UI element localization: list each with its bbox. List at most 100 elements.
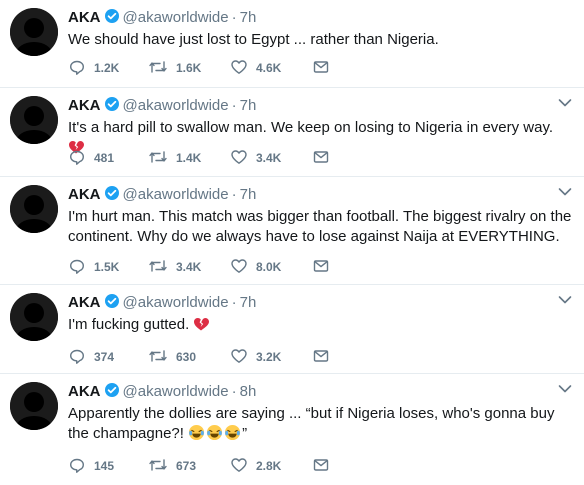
tweet-text: Apparently the dollies are saying ... “b… bbox=[68, 404, 572, 444]
author-handle[interactable]: @akaworldwide bbox=[123, 294, 229, 311]
author-handle[interactable]: @akaworldwide bbox=[123, 186, 229, 203]
tweet-time[interactable]: 7h bbox=[240, 186, 257, 203]
envelope-icon bbox=[313, 151, 329, 163]
closing-quote: ” bbox=[242, 425, 248, 442]
face-with-tears-of-joy-icon bbox=[189, 424, 205, 441]
reply-button[interactable]: 1.2K bbox=[68, 58, 119, 76]
envelope-icon bbox=[313, 459, 329, 471]
verified-badge-icon bbox=[104, 294, 119, 308]
tweet-header: AKA @akaworldwide · 7h bbox=[68, 293, 544, 313]
separator-dot: · bbox=[231, 97, 237, 114]
like-count: 3.2K bbox=[256, 350, 282, 364]
retweet-button[interactable]: 1.6K bbox=[148, 58, 201, 76]
tweet-text: We should have just lost to Egypt ... ra… bbox=[68, 30, 572, 50]
like-button[interactable]: 2.8K bbox=[230, 456, 281, 474]
tweet-text-content: We should have just lost to Egypt ... ra… bbox=[68, 31, 439, 48]
reply-button[interactable]: 374 bbox=[68, 347, 114, 365]
tweet-header: AKA @akaworldwide · 7h bbox=[68, 8, 544, 28]
chevron-down-icon[interactable] bbox=[558, 384, 572, 394]
separator-dot: · bbox=[231, 294, 237, 311]
reply-count: 1.2K bbox=[94, 61, 120, 75]
tweet[interactable]: AKA @akaworldwide · 8h Apparently the dolli… bbox=[0, 374, 584, 485]
broken-heart-emoji-icon bbox=[194, 318, 210, 331]
retweet-button[interactable]: 673 bbox=[148, 456, 196, 474]
reply-count: 481 bbox=[94, 151, 115, 165]
retweet-count: 3.4K bbox=[176, 260, 202, 274]
tweet[interactable]: AKA @akaworldwide · 7h I'm hurt man. This m… bbox=[0, 177, 584, 285]
like-count: 8.0K bbox=[256, 260, 282, 274]
tweet-time[interactable]: 7h bbox=[240, 9, 257, 26]
separator-dot: · bbox=[231, 186, 237, 203]
face-with-tears-of-joy-icon bbox=[207, 424, 223, 441]
verified-badge-icon bbox=[104, 383, 119, 397]
verified-badge-icon bbox=[104, 186, 119, 200]
avatar[interactable] bbox=[10, 96, 58, 144]
reply-count: 1.5K bbox=[94, 260, 120, 274]
tweet-text-content: Apparently the dollies are saying ... “b… bbox=[68, 405, 555, 442]
author-name[interactable]: AKA bbox=[68, 383, 101, 400]
tweet[interactable]: AKA @akaworldwide · 7h We should have just … bbox=[0, 0, 584, 88]
direct-message-button[interactable] bbox=[312, 58, 330, 76]
retweet-count: 673 bbox=[176, 459, 197, 473]
like-button[interactable]: 4.6K bbox=[230, 58, 281, 76]
like-count: 4.6K bbox=[256, 61, 282, 75]
tweet-text-content: It's a hard pill to swallow man. We keep… bbox=[68, 119, 554, 136]
envelope-icon bbox=[313, 350, 329, 362]
retweet-button[interactable]: 1.4K bbox=[148, 148, 201, 166]
tweet-time[interactable]: 7h bbox=[240, 97, 257, 114]
direct-message-button[interactable] bbox=[312, 148, 330, 166]
retweet-button[interactable]: 3.4K bbox=[148, 257, 201, 275]
reply-icon bbox=[70, 458, 84, 473]
separator-dot: · bbox=[231, 9, 237, 26]
retweet-count: 1.6K bbox=[176, 61, 202, 75]
reply-button[interactable]: 1.5K bbox=[68, 257, 119, 275]
author-name[interactable]: AKA bbox=[68, 9, 101, 26]
author-name[interactable]: AKA bbox=[68, 294, 101, 311]
author-handle[interactable]: @akaworldwide bbox=[123, 9, 229, 26]
avatar[interactable] bbox=[10, 8, 58, 56]
laughing-emoji-group bbox=[188, 424, 242, 442]
tweet[interactable]: AKA @akaworldwide · 7h It's a hard pill to … bbox=[0, 88, 584, 177]
chevron-down-icon[interactable] bbox=[558, 98, 572, 108]
like-button[interactable]: 8.0K bbox=[230, 257, 281, 275]
retweet-count: 1.4K bbox=[176, 151, 202, 165]
chevron-down-icon[interactable] bbox=[558, 295, 572, 305]
direct-message-button[interactable] bbox=[312, 456, 330, 474]
like-button[interactable]: 3.2K bbox=[230, 347, 281, 365]
reply-icon bbox=[70, 349, 84, 364]
direct-message-button[interactable] bbox=[312, 257, 330, 275]
retweet-icon bbox=[149, 350, 167, 362]
tweet-header: AKA @akaworldwide · 8h bbox=[68, 382, 544, 402]
like-count: 3.4K bbox=[256, 151, 282, 165]
like-count: 2.8K bbox=[256, 459, 282, 473]
direct-message-button[interactable] bbox=[312, 347, 330, 365]
avatar[interactable] bbox=[10, 185, 58, 233]
chevron-down-icon[interactable] bbox=[558, 187, 572, 197]
heart-icon bbox=[231, 458, 247, 472]
author-handle[interactable]: @akaworldwide bbox=[123, 383, 229, 400]
tweet[interactable]: AKA @akaworldwide · 7h I'm fucking gutted. … bbox=[0, 285, 584, 374]
tweet-text: I'm hurt man. This match was bigger than… bbox=[68, 207, 572, 247]
tweet-time[interactable]: 7h bbox=[240, 294, 257, 311]
heart-icon bbox=[231, 259, 247, 273]
retweet-icon bbox=[149, 61, 167, 73]
reply-button[interactable]: 145 bbox=[68, 456, 114, 474]
like-button[interactable]: 3.4K bbox=[230, 148, 281, 166]
author-name[interactable]: AKA bbox=[68, 186, 101, 203]
separator-dot: · bbox=[231, 383, 237, 400]
tweet-time[interactable]: 8h bbox=[240, 383, 257, 400]
author-handle[interactable]: @akaworldwide bbox=[123, 97, 229, 114]
retweet-count: 630 bbox=[176, 350, 197, 364]
author-name[interactable]: AKA bbox=[68, 97, 101, 114]
reply-icon bbox=[70, 60, 84, 75]
reply-icon bbox=[70, 259, 84, 274]
avatar[interactable] bbox=[10, 382, 58, 430]
retweet-icon bbox=[149, 459, 167, 471]
reply-button[interactable]: 481 bbox=[68, 148, 114, 166]
avatar[interactable] bbox=[10, 293, 58, 341]
heart-icon bbox=[231, 349, 247, 363]
tweet-feed: AKA @akaworldwide · 7h We should have just … bbox=[0, 0, 584, 485]
tweet-text-content: I'm hurt man. This match was bigger than… bbox=[68, 208, 572, 245]
retweet-icon bbox=[149, 260, 167, 272]
retweet-button[interactable]: 630 bbox=[148, 347, 196, 365]
